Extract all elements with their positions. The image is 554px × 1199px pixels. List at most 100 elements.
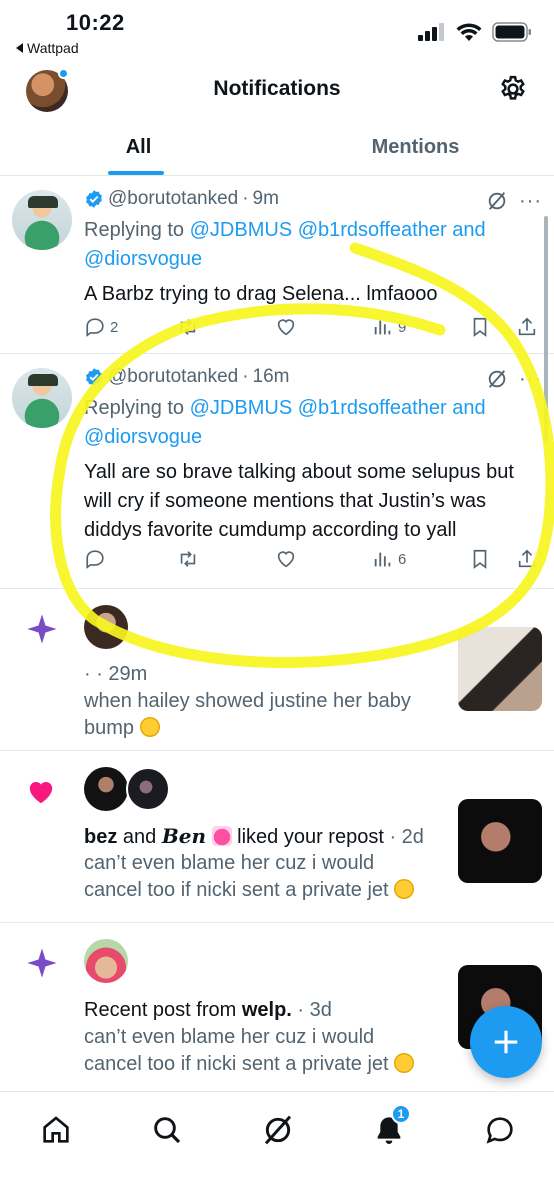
mention-link[interactable]: @JDBMUS	[190, 397, 293, 419]
views-count: 9	[398, 318, 407, 336]
compose-button[interactable]	[470, 1006, 542, 1078]
share-button[interactable]	[516, 316, 538, 338]
scrollbar[interactable]	[544, 216, 548, 442]
tab-all[interactable]: All	[0, 118, 277, 176]
notification-text-word: cancel too if nicki sent a private jet	[84, 1053, 389, 1075]
notification-item[interactable]: Recent post from welp. · 3d can’t even b…	[0, 923, 554, 1091]
mention-link[interactable]: @b1rdsoffeather	[298, 219, 447, 241]
mention-and[interactable]: and	[452, 397, 485, 419]
back-to-app[interactable]: Wattpad	[16, 40, 79, 56]
notifications-badge: 1	[391, 1104, 411, 1124]
bookmark-button[interactable]	[469, 548, 491, 570]
tweet-text-line: Yall are so brave talking about some sel…	[84, 461, 514, 483]
repost-button[interactable]	[176, 548, 200, 570]
repost-button[interactable]	[176, 316, 200, 338]
views-button[interactable]: 9	[372, 316, 406, 338]
gear-icon[interactable]	[498, 74, 528, 104]
grok-icon[interactable]	[486, 190, 508, 212]
notification-text-line: cancel too if nicki sent a private jet	[84, 877, 464, 904]
reply-icon	[86, 550, 104, 569]
home-icon	[43, 1116, 69, 1143]
notification-text: can’t even blame her cuz i would cancel …	[84, 1024, 464, 1078]
battery-icon	[492, 22, 531, 42]
grok-icon[interactable]	[486, 368, 508, 390]
mention-link[interactable]: @diorsvogue	[84, 248, 202, 270]
mention-and[interactable]: and	[452, 219, 485, 241]
notification-text-word: cancel too if nicki sent a private jet	[84, 879, 389, 901]
avatar[interactable]	[84, 767, 128, 811]
notifications-feed[interactable]: @borutotanked · 9m ··· Replying to @JDBM…	[0, 176, 554, 1091]
notification-text-line: can’t even blame her cuz i would	[84, 852, 375, 874]
replying-prefix: Replying to	[84, 397, 190, 419]
tweet-separator: ·	[242, 366, 249, 387]
search-icon	[154, 1117, 181, 1144]
wifi-icon	[456, 22, 482, 41]
tweet-time: 16m	[252, 366, 290, 387]
views-icon	[374, 320, 391, 335]
tab-mentions[interactable]: Mentions	[277, 118, 554, 176]
poster-name[interactable]: welp.	[242, 999, 292, 1021]
signal-icon	[418, 23, 444, 41]
post-thumbnail[interactable]	[458, 799, 542, 883]
verified-icon	[86, 368, 102, 386]
more-icon[interactable]: ···	[519, 190, 542, 213]
avatar[interactable]	[126, 767, 170, 811]
status-icons	[418, 22, 532, 42]
header: Notifications	[0, 62, 554, 118]
avatar[interactable]	[12, 368, 72, 428]
tweet-text: Yall are so brave talking about some sel…	[84, 458, 534, 545]
mention-link[interactable]: @diorsvogue	[84, 426, 202, 448]
nav-messages[interactable]	[480, 1110, 520, 1150]
notification-item[interactable]: bez and Ben liked your repost · 2d can’t…	[0, 751, 554, 923]
views-count: 6	[398, 550, 407, 568]
pleading-face-emoji	[139, 717, 160, 737]
like-button[interactable]	[274, 316, 298, 338]
recent-post-prefix: Recent post from	[84, 999, 242, 1021]
tweet-actions: 6	[84, 548, 544, 572]
liker-name[interactable]: bez	[84, 826, 117, 848]
bookmark-icon	[473, 317, 487, 337]
reply-button[interactable]	[84, 548, 110, 570]
sparkling-heart-emoji	[211, 826, 232, 846]
tab-bar: All Mentions	[0, 118, 554, 176]
notification-text-line: can’t even blame her cuz i would	[84, 1026, 375, 1048]
notification-text-line: bump	[84, 715, 444, 742]
nav-notifications[interactable]: 1	[369, 1104, 411, 1150]
nav-grok[interactable]	[258, 1110, 298, 1150]
tweet-handle[interactable]: @borutotanked	[108, 366, 238, 388]
nav-search[interactable]	[147, 1110, 187, 1150]
reply-button[interactable]: 2	[84, 316, 118, 338]
bookmark-button[interactable]	[469, 316, 491, 338]
avatar[interactable]	[84, 939, 128, 983]
tweet-separator: ·	[242, 188, 249, 209]
nav-home[interactable]	[36, 1110, 76, 1150]
post-thumbnail[interactable]	[458, 627, 542, 711]
mention-link[interactable]: @JDBMUS	[190, 219, 293, 241]
replying-prefix: Replying to	[84, 219, 190, 241]
more-icon[interactable]: ···	[519, 368, 542, 391]
views-button[interactable]: 6	[372, 548, 406, 570]
bottom-nav: 1	[0, 1091, 554, 1199]
notification-text-line: cancel too if nicki sent a private jet	[84, 1051, 464, 1078]
notification-item[interactable]: · · 29m when hailey showed justine her b…	[0, 589, 554, 751]
like-icon	[277, 319, 295, 336]
replying-to: Replying to @JDBMUS @b1rdsoffeather and …	[84, 216, 486, 274]
mention-link[interactable]: @b1rdsoffeather	[298, 397, 447, 419]
tweet-item[interactable]: @borutotanked · 9m ··· Replying to @JDBM…	[0, 176, 554, 354]
tweet-text: A Barbz trying to drag Selena... lmfaooo	[84, 283, 438, 305]
like-button[interactable]	[274, 548, 298, 570]
avatar[interactable]	[12, 190, 72, 250]
tweet-item[interactable]: @borutotanked · 16m ··· Replying to @JDB…	[0, 354, 554, 589]
share-icon	[518, 317, 536, 336]
avatar[interactable]	[84, 605, 128, 649]
notification-text-line: when hailey showed justine her baby	[84, 690, 411, 712]
notification-text: can’t even blame her cuz i would cancel …	[84, 850, 464, 904]
verified-icon	[86, 190, 102, 208]
grok-icon	[264, 1115, 292, 1145]
tweet-text-line: will cry if someone mentions that Justin…	[84, 490, 487, 512]
notification-time: · 2d	[389, 826, 424, 848]
tweet-time: 9m	[252, 188, 279, 209]
tweet-handle[interactable]: @borutotanked	[108, 188, 238, 210]
share-button[interactable]	[516, 548, 538, 570]
liker-name[interactable]: Ben	[162, 824, 206, 848]
